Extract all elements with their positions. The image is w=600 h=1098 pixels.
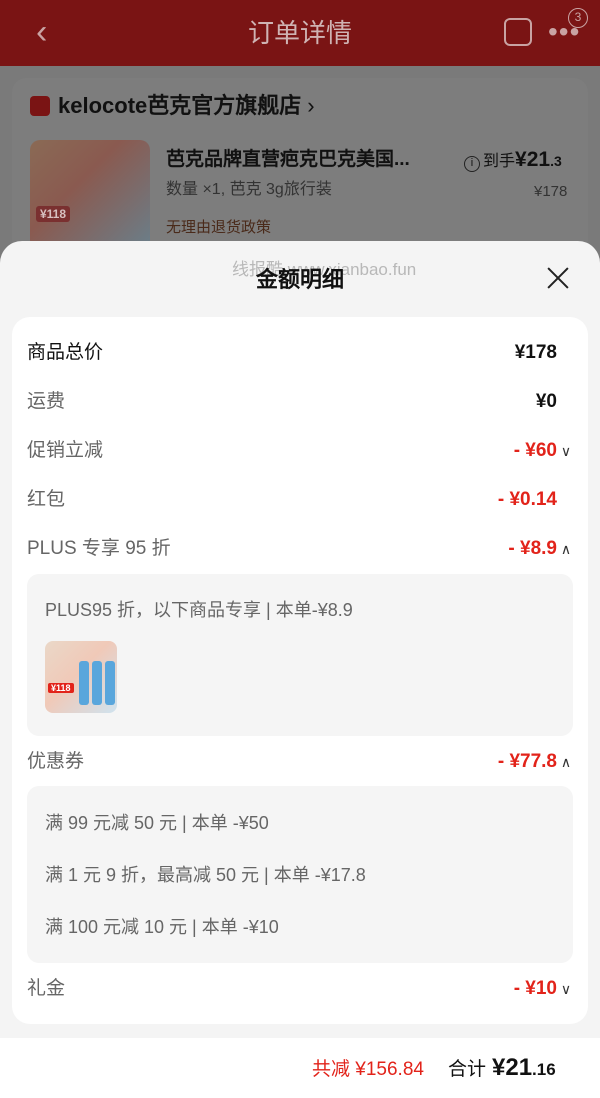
row-coupon[interactable]: 优惠券 - ¥77.8 ∧ bbox=[27, 747, 573, 777]
chevron-right-icon: › bbox=[307, 93, 315, 118]
total-goods-value: ¥178 bbox=[514, 342, 557, 363]
message-badge: 3 bbox=[568, 8, 588, 28]
row-promo[interactable]: 促销立减 - ¥60 ∨ bbox=[27, 436, 573, 466]
row-shipping: 运费 ¥0 bbox=[27, 387, 573, 417]
chevron-up-icon[interactable]: ∧ bbox=[559, 747, 573, 777]
gift-value: - ¥10 bbox=[513, 978, 557, 999]
product-thumbnail[interactable]: ¥118 bbox=[30, 140, 150, 250]
tube-graphic bbox=[92, 661, 102, 705]
promo-value: - ¥60 bbox=[513, 440, 557, 461]
store-icon bbox=[30, 96, 50, 116]
arrive-price: i 到手¥21.3 bbox=[464, 148, 562, 174]
sheet-title: 金额明细 bbox=[255, 267, 344, 292]
arrive-price-small: .3 bbox=[550, 153, 562, 169]
return-policy: 无理由退货政策 bbox=[166, 219, 272, 236]
chevron-down-icon[interactable]: ∨ bbox=[559, 974, 573, 1004]
total-saved: 共减 ¥156.84 bbox=[312, 1059, 424, 1080]
total-label: 合计 bbox=[448, 1059, 487, 1080]
coupon-detail-item: 满 100 元减 10 元 | 本单 -¥10 bbox=[45, 917, 279, 937]
redpacket-value: - ¥0.14 bbox=[497, 489, 557, 510]
plus-product-thumbnail[interactable]: ¥118 bbox=[45, 641, 117, 713]
plus-label: PLUS 专享 95 折 bbox=[27, 538, 171, 559]
row-total-goods: 商品总价 ¥178 bbox=[27, 338, 573, 368]
row-gift[interactable]: 礼金 - ¥10 ∨ bbox=[27, 974, 573, 1004]
product-title[interactable]: 芭克品牌直营疤克巴克美国... bbox=[166, 148, 410, 172]
original-price: ¥178 bbox=[534, 183, 568, 200]
store-name-link[interactable]: kelocote芭克官方旗舰店 › bbox=[58, 92, 315, 120]
info-icon[interactable]: i bbox=[464, 156, 480, 172]
thumb-price-tag: ¥118 bbox=[48, 683, 74, 693]
product-spec: 数量 ×1, 芭克 3g旅行装 bbox=[166, 181, 332, 198]
redpacket-label: 红包 bbox=[27, 489, 66, 510]
coupon-detail-item: 满 1 元 9 折，最高减 50 元 | 本单 -¥17.8 bbox=[45, 865, 366, 885]
chevron-down-icon[interactable]: ∨ bbox=[559, 436, 573, 466]
top-bar: ‹ 订单详情 ••• 3 bbox=[0, 0, 600, 66]
share-icon[interactable] bbox=[504, 18, 532, 46]
chevron-up-icon[interactable]: ∧ bbox=[559, 534, 573, 564]
total-amount-big: ¥21 bbox=[492, 1054, 533, 1081]
row-redpacket: 红包 - ¥0.14 bbox=[27, 485, 573, 515]
tube-graphic bbox=[105, 661, 115, 705]
shipping-value: ¥0 bbox=[535, 391, 557, 412]
gift-label: 礼金 bbox=[27, 978, 66, 999]
summary-footer: 共减 ¥156.84 合计 ¥21.16 bbox=[0, 1038, 600, 1098]
coupon-label: 优惠券 bbox=[27, 751, 85, 772]
total-amount-small: .16 bbox=[532, 1060, 556, 1079]
plus-value: - ¥8.9 bbox=[508, 538, 557, 559]
close-icon[interactable] bbox=[546, 266, 570, 290]
total-goods-label: 商品总价 bbox=[27, 342, 104, 363]
row-plus[interactable]: PLUS 专享 95 折 - ¥8.9 ∧ bbox=[27, 534, 573, 564]
tube-graphic bbox=[79, 661, 89, 705]
arrive-price-big: ¥21 bbox=[515, 148, 551, 171]
coupon-value: - ¥77.8 bbox=[497, 751, 557, 772]
promo-label: 促销立减 bbox=[27, 440, 104, 461]
thumb-price-tag: ¥118 bbox=[36, 206, 71, 222]
shipping-label: 运费 bbox=[27, 391, 66, 412]
coupon-detail-item: 满 99 元减 50 元 | 本单 -¥50 bbox=[45, 813, 269, 833]
total-amount: ¥21.16 bbox=[492, 1053, 556, 1086]
plus-detail-text: PLUS95 折，以下商品专享 | 本单-¥8.9 bbox=[45, 600, 353, 620]
store-name: kelocote芭克官方旗舰店 bbox=[58, 93, 302, 118]
arrive-label: 到手 bbox=[483, 153, 516, 170]
